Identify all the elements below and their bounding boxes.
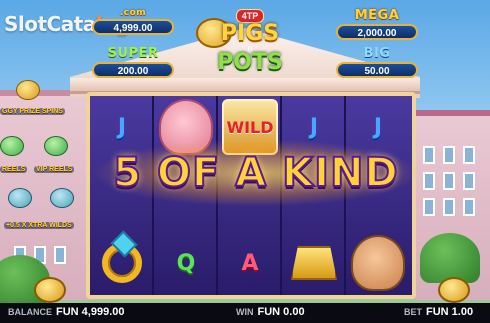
gold-bars-icon — [291, 246, 337, 280]
green-pig-icon — [44, 136, 68, 156]
balance-value: FUN 4,999.00 — [56, 306, 125, 318]
bet-value: FUN 1.00 — [426, 306, 474, 318]
jackpot-super: SUPER 200.00 — [92, 46, 174, 78]
jackpot-big: BIG 50.00 — [336, 46, 418, 78]
balance-display: BALANCE FUN 4,999.00 — [8, 306, 124, 318]
reels-label: REELS — [0, 166, 28, 173]
wild-text: WILD — [226, 117, 274, 137]
gold-pig-pot-icon — [438, 277, 470, 303]
game-logo: 4TP PIGS n POTS — [200, 6, 300, 74]
logo-word-pots: POTS — [217, 50, 283, 75]
bet-display: BET FUN 1.00 — [404, 306, 473, 318]
jackpot-super-value: 200.00 — [92, 62, 174, 78]
gold-pig-pot-icon — [34, 277, 66, 303]
jackpot-maxi-value: 4,999.00 — [92, 19, 174, 35]
gold-pig-icon — [16, 80, 40, 100]
building-windows — [423, 146, 475, 216]
jackpot-maxi: .com 4,999.00 — [92, 8, 174, 35]
balance-label: BALANCE — [8, 307, 52, 317]
jackpot-mega-value: 2,000.00 — [336, 24, 418, 40]
win-label: WIN — [236, 307, 254, 317]
pig-boss-icon — [351, 235, 405, 291]
game-screen: SlotCatalog .com 4,999.00 MEGA 2,000.00 … — [0, 0, 490, 323]
symbol-j: J — [117, 114, 127, 140]
win-display: WIN FUN 0.00 — [236, 306, 305, 318]
logo-word-pigs: PIGS — [220, 21, 280, 46]
bush-right — [420, 233, 480, 283]
teal-pig-icon — [50, 188, 74, 208]
jackpot-big-value: 50.00 — [336, 62, 418, 78]
symbol-a: A — [241, 250, 259, 276]
jackpot-super-label: SUPER — [107, 46, 159, 61]
ring-icon — [102, 243, 142, 283]
win-banner: 5 OF A KIND — [96, 140, 416, 206]
feature-panel: GGY PRIZE SPINS REELS VIP REELS +0.5 X X… — [0, 74, 84, 234]
jackpot-mega: MEGA 2,000.00 — [336, 8, 418, 40]
vip-reels-label: VIP REELS — [34, 166, 75, 173]
reel-symbol — [286, 232, 342, 294]
teal-pig-icon — [8, 188, 32, 208]
jackpot-mega-label: MEGA — [354, 8, 400, 23]
win-banner-text: 5 OF A KIND — [112, 149, 399, 197]
piggy-prize-spins-label: GGY PRIZE SPINS — [0, 108, 65, 115]
status-bar: BALANCE FUN 4,999.00 WIN FUN 0.00 BET FUN 1… — [0, 303, 490, 323]
green-pig-icon — [0, 136, 24, 156]
reel-symbol: A — [222, 232, 278, 294]
bet-label: BET — [404, 307, 422, 317]
extra-wilds-label: +0.5 X XTRA WILDS — [4, 222, 74, 229]
win-value: FUN 0.00 — [257, 306, 305, 318]
symbol-j: J — [309, 114, 319, 140]
symbol-q: Q — [176, 250, 196, 276]
jackpot-maxi-label: .com — [119, 8, 147, 18]
watermark-text: SlotCata — [4, 12, 96, 36]
jackpot-big-label: BIG — [363, 46, 391, 61]
reel-symbol: Q — [158, 232, 214, 294]
symbol-j: J — [373, 114, 383, 140]
reel-symbol — [350, 232, 406, 294]
reel-symbol — [94, 232, 150, 294]
